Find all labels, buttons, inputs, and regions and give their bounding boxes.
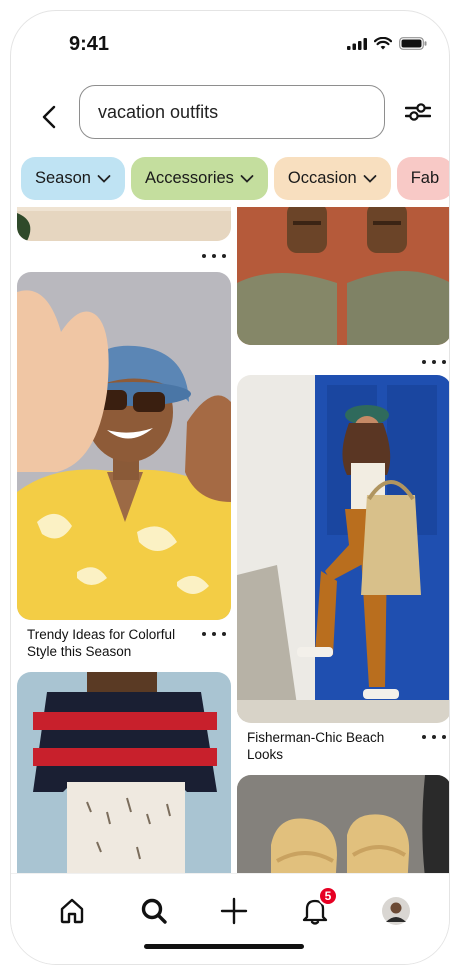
pin-feed: Trendy Ideas for Colorful Style this Sea… <box>11 207 449 873</box>
phone-frame: 9:41 vacation outfits Season Accessories… <box>10 10 450 965</box>
chevron-left-icon <box>42 105 56 129</box>
status-bar: 9:41 <box>11 11 449 71</box>
filter-chips: Season Accessories Occasion Fab <box>21 157 449 201</box>
chip-label: Fab <box>410 169 440 187</box>
pin-image-yellow-shirt[interactable] <box>17 272 231 620</box>
pin-more-button[interactable] <box>202 629 226 639</box>
avatar <box>382 897 410 925</box>
home-icon <box>60 898 84 924</box>
sliders-icon <box>405 103 431 121</box>
bottom-nav: 5 <box>11 873 449 964</box>
chip-accessories[interactable]: Accessories <box>130 157 268 200</box>
chevron-down-icon <box>97 174 111 183</box>
home-indicator <box>144 944 304 949</box>
chevron-down-icon <box>363 174 377 183</box>
chip-occasion[interactable]: Occasion <box>273 157 391 200</box>
outfit-photo <box>17 272 231 620</box>
outfit-photo <box>237 207 449 345</box>
chevron-down-icon <box>240 174 254 183</box>
chip-season[interactable]: Season <box>21 157 125 200</box>
status-icons <box>347 37 427 50</box>
filter-button[interactable] <box>403 97 433 127</box>
outfit-photo <box>17 207 231 241</box>
pin-more-button[interactable] <box>422 357 446 367</box>
nav-create[interactable] <box>217 894 251 928</box>
search-query-text: vacation outfits <box>98 101 219 122</box>
wifi-icon <box>374 37 392 50</box>
pin-image-blue-door[interactable] <box>237 375 449 723</box>
outfit-photo <box>237 775 449 873</box>
nav-search[interactable] <box>137 894 171 928</box>
battery-icon <box>399 37 427 50</box>
plus-icon <box>220 897 248 925</box>
pin-more-button[interactable] <box>422 732 446 742</box>
search-icon <box>141 898 167 924</box>
chip-label: Season <box>35 169 91 187</box>
pin-title[interactable]: Trendy Ideas for Colorful Style this Sea… <box>27 626 195 660</box>
cellular-signal-icon <box>347 37 367 50</box>
chip-fabric[interactable]: Fab <box>396 157 449 200</box>
pin-image-striped-sweater[interactable] <box>17 672 231 873</box>
outfit-photo <box>17 672 231 873</box>
status-time: 9:41 <box>69 33 110 55</box>
back-button[interactable] <box>35 99 63 135</box>
pin-image-sandals[interactable] <box>237 207 449 345</box>
pin-title[interactable]: Fisherman-Chic Beach Looks <box>247 729 415 763</box>
outfit-photo <box>237 375 449 723</box>
notification-badge: 5 <box>318 886 338 906</box>
pin-image-slides[interactable] <box>237 775 449 873</box>
chip-label: Occasion <box>287 169 357 187</box>
chip-label: Accessories <box>144 169 234 187</box>
pin-image-top-left[interactable] <box>17 207 231 241</box>
search-input[interactable]: vacation outfits <box>79 85 385 139</box>
pin-more-button[interactable] <box>202 251 226 261</box>
nav-home[interactable] <box>55 894 89 928</box>
nav-notifications[interactable]: 5 <box>298 886 338 928</box>
nav-profile[interactable] <box>379 894 413 928</box>
